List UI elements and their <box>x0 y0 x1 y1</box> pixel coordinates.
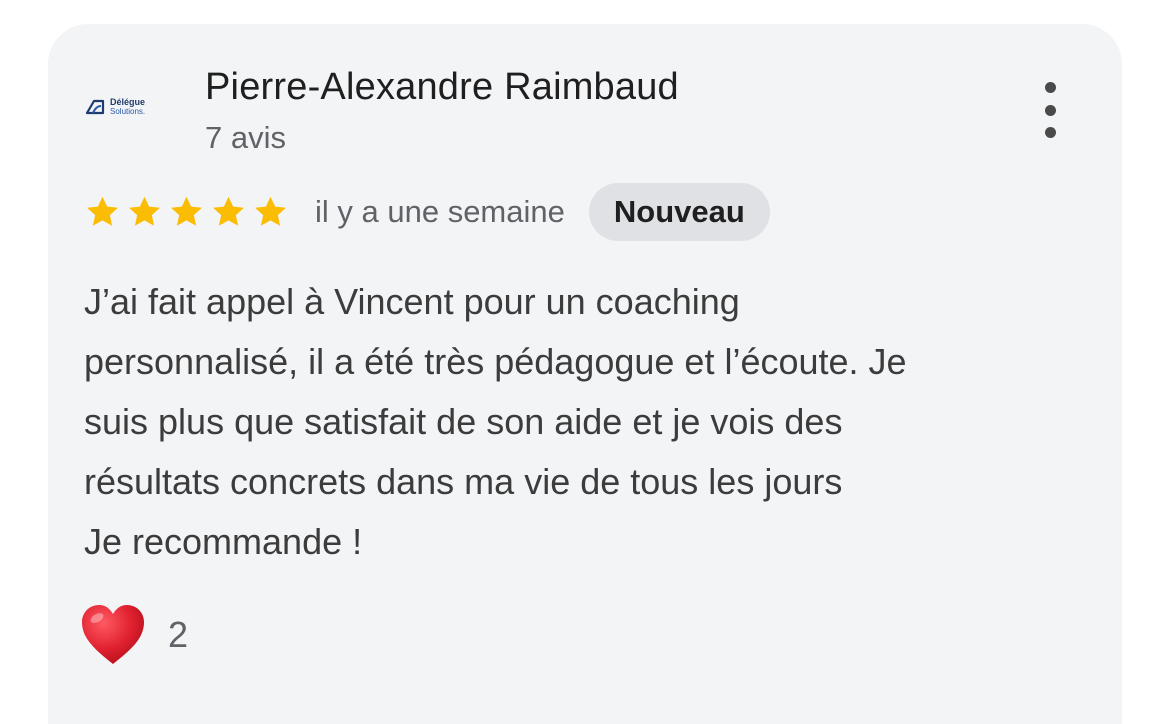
reaction-button[interactable]: 2 <box>80 604 188 666</box>
rating-row: il y a une semaine Nouveau <box>84 182 770 242</box>
delegue-solutions-logo-icon <box>85 99 105 115</box>
star-icon <box>255 196 286 226</box>
review-text-line: personnalisé, il a été très pédagogue et… <box>84 341 907 382</box>
review-text-line: suis plus que satisfait de son aide et j… <box>84 401 843 442</box>
review-date: il y a une semaine <box>315 194 565 229</box>
review-text-line: Je recommande ! <box>84 521 363 562</box>
review-card: Délégue Solutions. Pierre-Alexandre Raim… <box>48 24 1122 724</box>
more-options-button[interactable] <box>1032 82 1068 138</box>
more-vert-icon-dot <box>1044 127 1056 138</box>
review-text-line: résultats concrets dans ma vie de tous l… <box>84 461 843 502</box>
author-review-count[interactable]: 7 avis <box>205 120 286 156</box>
heart-icon <box>82 605 144 664</box>
star-icon <box>129 196 160 226</box>
review-text-line: J’ai fait appel à Vincent pour un coachi… <box>84 281 740 322</box>
star-icon <box>87 196 118 226</box>
reaction-count: 2 <box>168 614 189 655</box>
star-icon <box>171 196 202 226</box>
more-vert-icon-dot <box>1044 82 1056 93</box>
avatar-logo-text: Délégue Solutions. <box>110 97 146 117</box>
star-rating <box>84 194 289 230</box>
avatar-logo-line1: Délégue <box>110 97 146 107</box>
author-name[interactable]: Pierre-Alexandre Raimbaud <box>205 66 679 109</box>
review-text: J’ai fait appel à Vincent pour un coachi… <box>84 272 1084 572</box>
avatar-logo-line2: Solutions. <box>110 107 146 116</box>
star-icon <box>213 196 244 226</box>
new-badge: Nouveau <box>588 183 770 241</box>
avatar[interactable]: Délégue Solutions. <box>84 92 164 122</box>
more-vert-icon-dot <box>1044 104 1056 116</box>
